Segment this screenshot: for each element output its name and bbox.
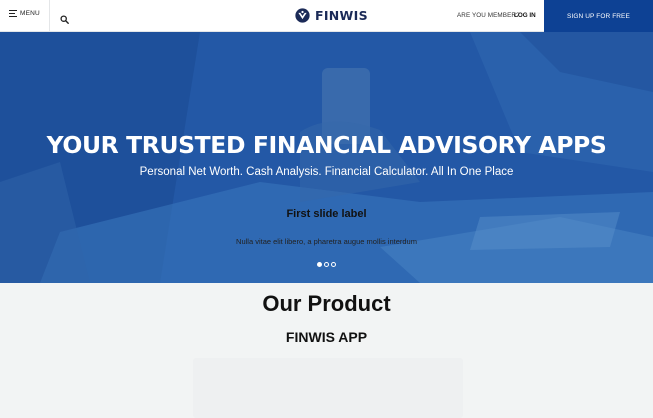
menu-button[interactable]: MENU bbox=[9, 10, 40, 17]
brand-logo[interactable]: FINWIS bbox=[295, 8, 368, 23]
login-link[interactable]: LOG IN bbox=[514, 12, 536, 19]
brand-name: FINWIS bbox=[315, 8, 368, 23]
hero-carousel: YOUR TRUSTED FINANCIAL ADVISORY APPS Per… bbox=[0, 32, 653, 283]
hero-title: YOUR TRUSTED FINANCIAL ADVISORY APPS bbox=[46, 131, 607, 159]
section-title: Our Product bbox=[262, 291, 391, 316]
hamburger-icon bbox=[9, 10, 17, 17]
search-icon bbox=[60, 15, 69, 24]
product-card[interactable] bbox=[193, 358, 463, 418]
menu-label: MENU bbox=[20, 10, 40, 17]
finwis-logo-icon bbox=[295, 8, 310, 23]
carousel-indicator-1[interactable] bbox=[317, 262, 322, 267]
signup-button[interactable]: SIGN UP FOR FREE bbox=[544, 0, 653, 32]
product-title: FINWIS APP bbox=[285, 329, 368, 345]
carousel-indicator-3[interactable] bbox=[331, 262, 336, 267]
navbar-divider bbox=[49, 0, 50, 32]
member-prompt: ARE YOU MEMBER? bbox=[457, 12, 520, 19]
top-navbar: MENU FINWIS ARE YOU MEMBER? LOG IN SIGN … bbox=[0, 0, 653, 32]
carousel-indicators bbox=[317, 262, 336, 267]
hero-subtitle: Personal Net Worth. Cash Analysis. Finan… bbox=[139, 166, 514, 178]
search-button[interactable] bbox=[60, 11, 69, 24]
slide-caption-title: First slide label bbox=[286, 208, 367, 220]
carousel-indicator-2[interactable] bbox=[324, 262, 329, 267]
slide-caption-text: Nulla vitae elit libero, a pharetra augu… bbox=[236, 237, 417, 246]
